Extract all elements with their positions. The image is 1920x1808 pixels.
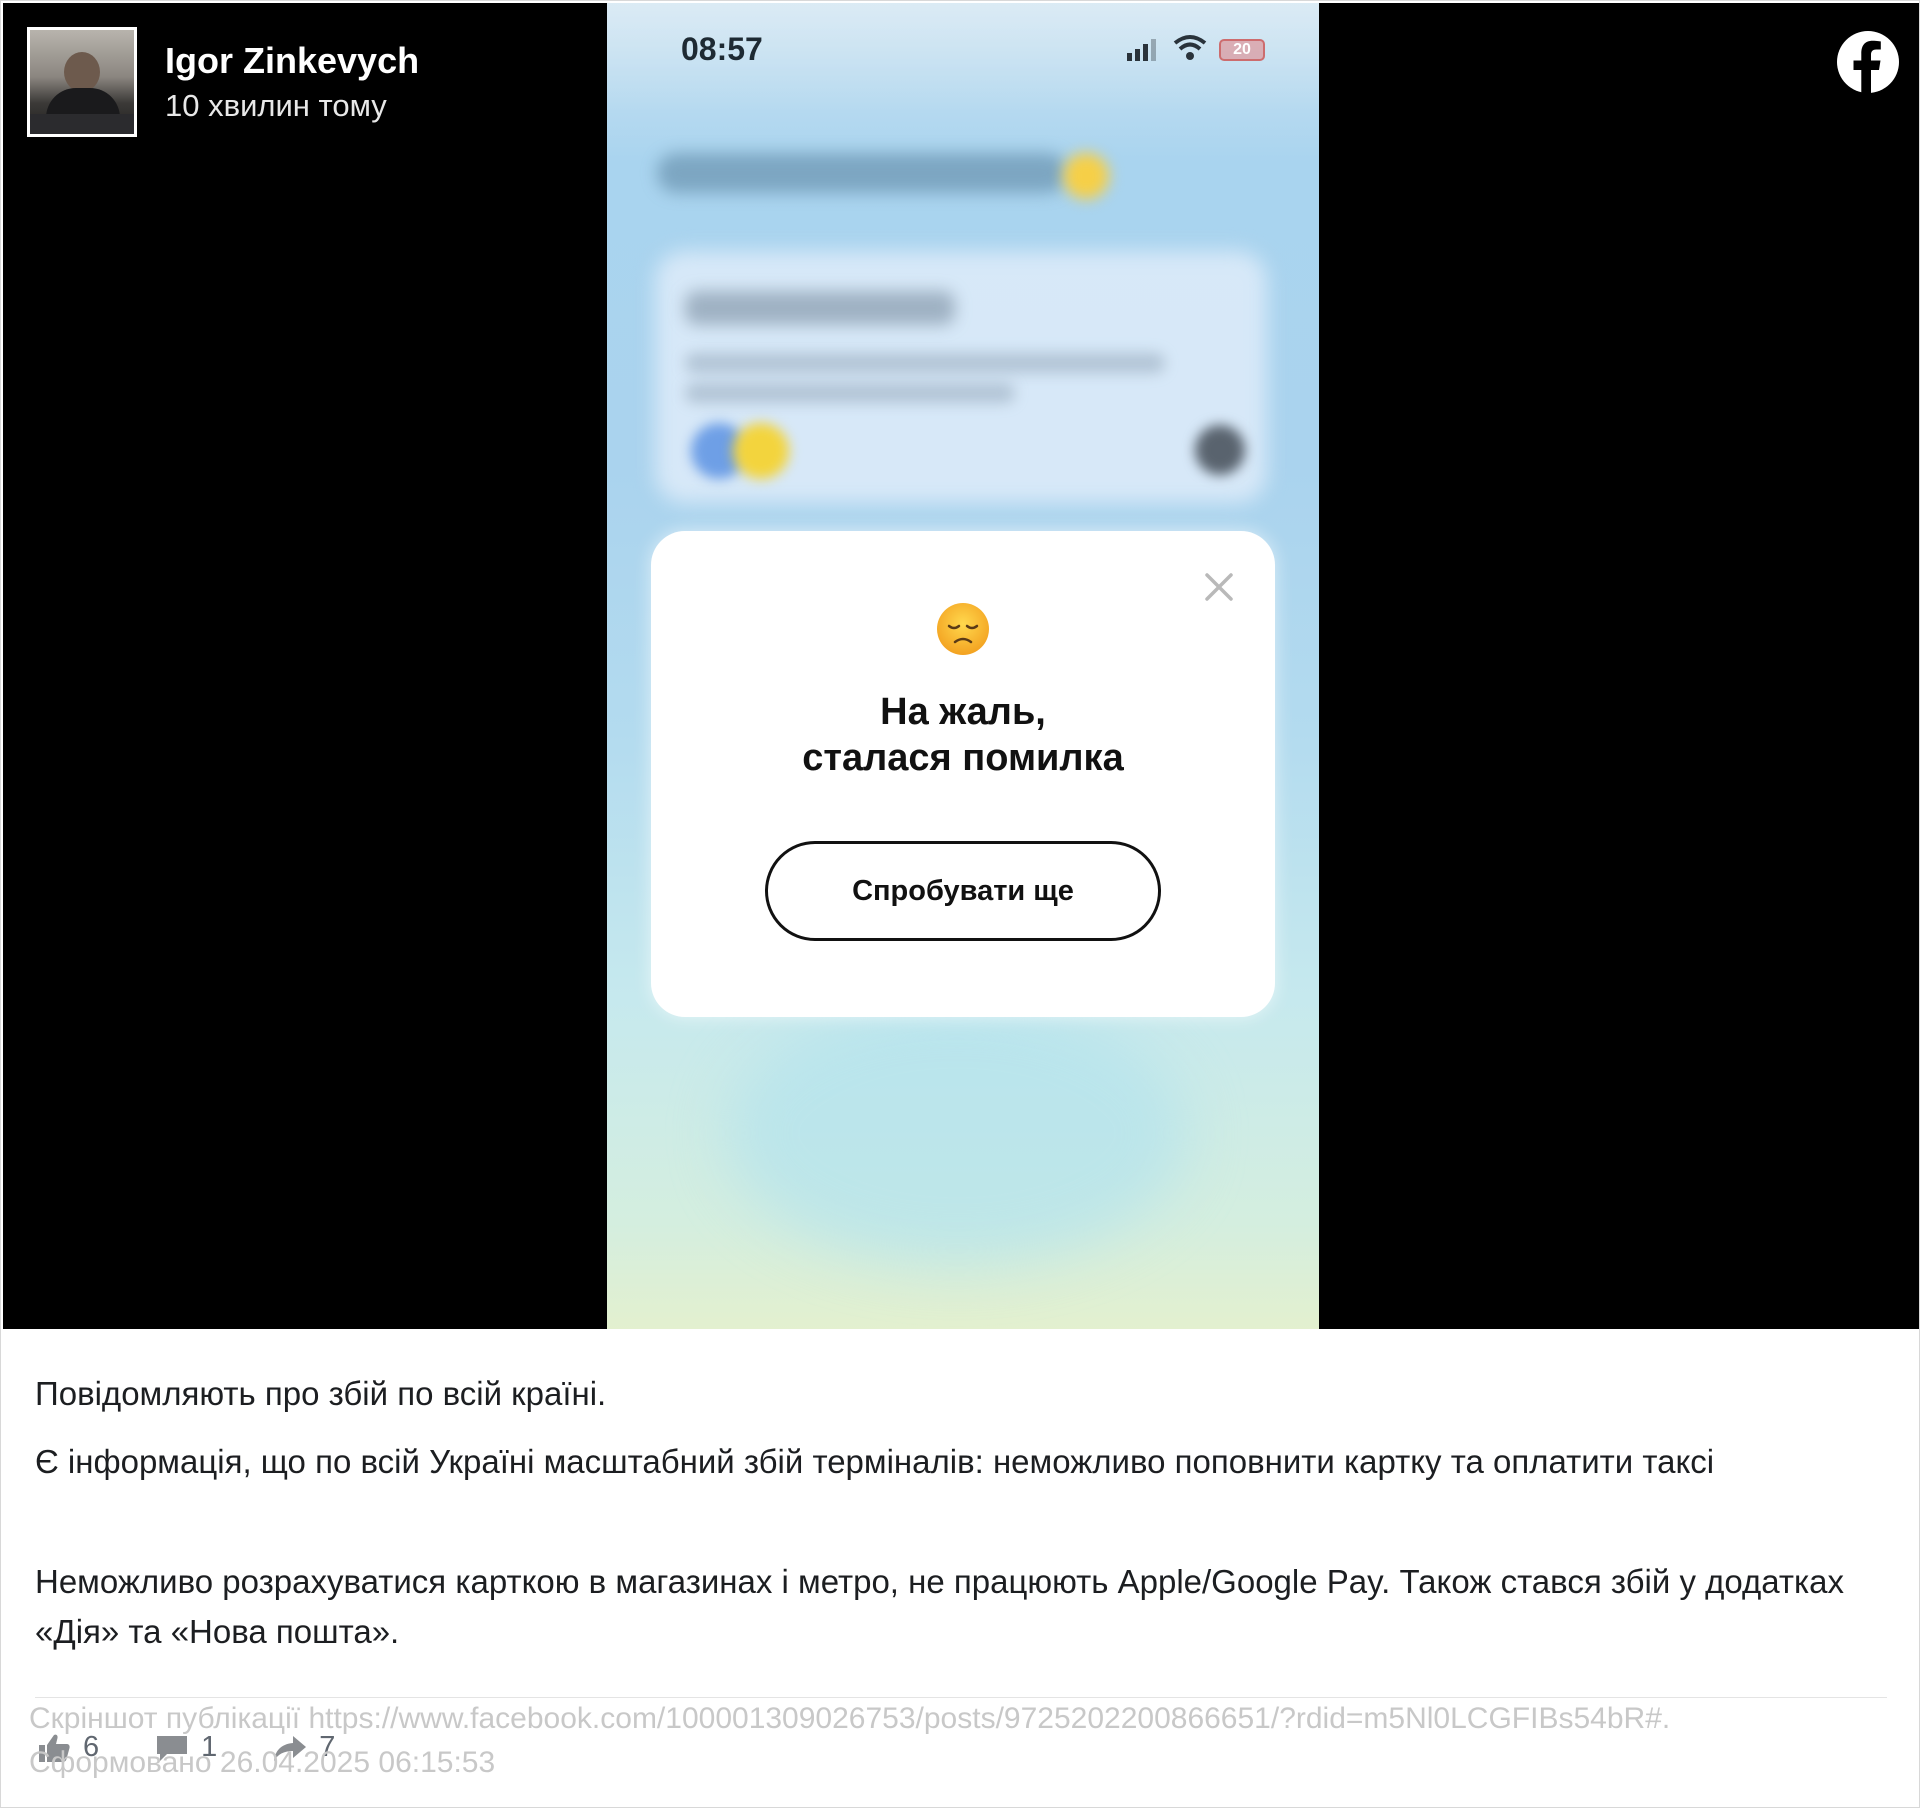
screenshot-footer: Скріншот публікації https://www.facebook…	[29, 1697, 1670, 1785]
post-timestamp[interactable]: 10 хвилин тому	[165, 85, 419, 127]
avatar-desk	[30, 114, 134, 134]
post-paragraph: Повідомляють про збій по всій країні.	[35, 1375, 607, 1412]
facebook-icon[interactable]	[1835, 29, 1901, 95]
disappointed-face-icon	[937, 603, 989, 655]
facebook-post-card: 08:57 20 На жаль, сталася помилка Спробу…	[0, 0, 1920, 1808]
phone-screenshot: 08:57 20 На жаль, сталася помилка Спробу…	[607, 3, 1319, 1329]
cellular-signal-icon	[1127, 39, 1156, 61]
blurred-sun-emoji	[1063, 153, 1109, 199]
blurred-card-title	[685, 291, 955, 325]
blurred-card-text	[685, 353, 1165, 373]
phone-clock: 08:57	[681, 31, 763, 67]
author-name[interactable]: Igor Zinkevych	[165, 39, 419, 83]
post-paragraph: Є інформація, що по всій Україні масштаб…	[35, 1443, 1715, 1480]
author-info: Igor Zinkevych 10 хвилин тому	[165, 39, 419, 127]
avatar-head	[64, 52, 100, 92]
error-dialog: На жаль, сталася помилка Спробувати ще	[651, 531, 1275, 1017]
screenshot-source-url: Скріншот публікації https://www.facebook…	[29, 1702, 1671, 1735]
post-media[interactable]: 08:57 20 На жаль, сталася помилка Спробу…	[3, 3, 1919, 1329]
blurred-yellow-circle	[733, 423, 789, 479]
retry-button[interactable]: Спробувати ще	[765, 841, 1161, 941]
blurred-greeting	[657, 153, 1067, 193]
wifi-icon	[1173, 35, 1207, 60]
avatar[interactable]	[27, 27, 137, 137]
phone-status-bar: 08:57 20	[607, 3, 1319, 113]
blurred-background-glow	[727, 1003, 1187, 1263]
close-icon[interactable]	[1199, 567, 1239, 607]
error-dialog-title: На жаль, сталася помилка	[802, 691, 1124, 779]
battery-icon: 20	[1219, 39, 1265, 61]
post-paragraph: Неможливо розрахуватися карткою в магази…	[35, 1563, 1845, 1650]
blurred-menu-icon	[1195, 425, 1245, 475]
blurred-card-text	[685, 383, 1015, 403]
screenshot-generated-date: Сформовано 26.04.2025 06:15:53	[29, 1746, 496, 1779]
post-author: Igor Zinkevych 10 хвилин тому	[27, 27, 419, 137]
